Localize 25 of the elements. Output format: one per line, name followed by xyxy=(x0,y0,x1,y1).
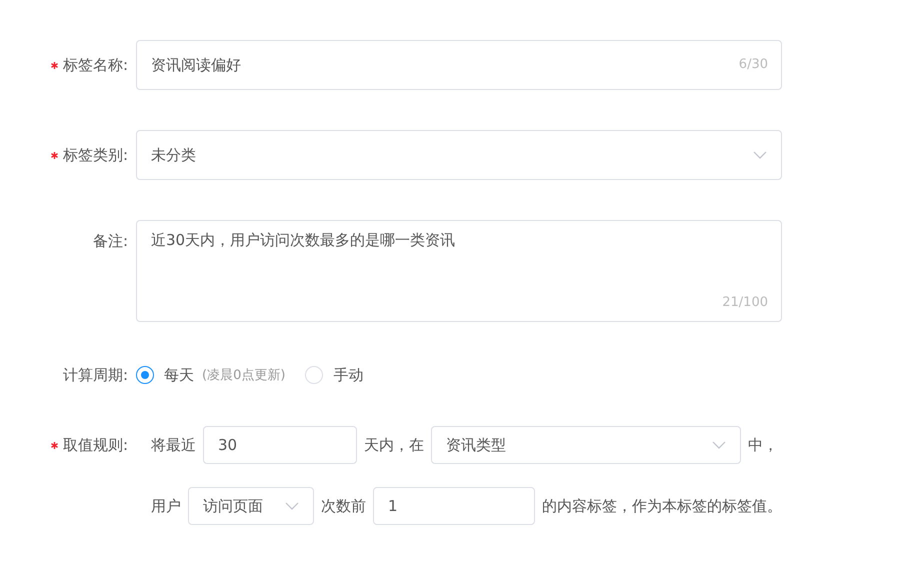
select-field[interactable]: 未分类 xyxy=(136,130,782,180)
rule-text: 用户 xyxy=(151,496,181,516)
char-counter: 6/30 xyxy=(738,57,768,72)
radio-button[interactable] xyxy=(136,366,154,384)
field-label: 备注: xyxy=(92,232,128,251)
radio-label[interactable]: 手动 xyxy=(333,366,364,384)
select-field[interactable]: 资讯类型 xyxy=(431,426,741,464)
rule-text: 的内容标签，作为本标签的标签值。 xyxy=(542,496,782,516)
rule-text: 将最近 xyxy=(151,436,196,454)
field-label: 标签名称: xyxy=(62,56,128,74)
radio-label[interactable]: 每天 xyxy=(164,366,194,384)
input-field[interactable]: 1 xyxy=(373,487,535,525)
select-field[interactable]: 访问页面 xyxy=(188,487,314,525)
rule-text: 中， xyxy=(748,436,778,454)
rule-text: 天内，在 xyxy=(364,436,424,454)
input-field[interactable]: 30 xyxy=(203,426,357,464)
field-label: 取值规则: xyxy=(62,436,128,454)
rule-text: 次数前 xyxy=(321,496,366,516)
chevron-down-icon xyxy=(285,502,299,510)
field-label: 标签类别: xyxy=(62,146,128,164)
chevron-down-icon xyxy=(712,441,726,449)
field-label: 计算周期: xyxy=(62,366,128,384)
char-counter: 21/100 xyxy=(722,295,768,310)
radio-note: (凌晨0点更新) xyxy=(202,367,286,384)
chevron-down-icon xyxy=(753,151,767,159)
